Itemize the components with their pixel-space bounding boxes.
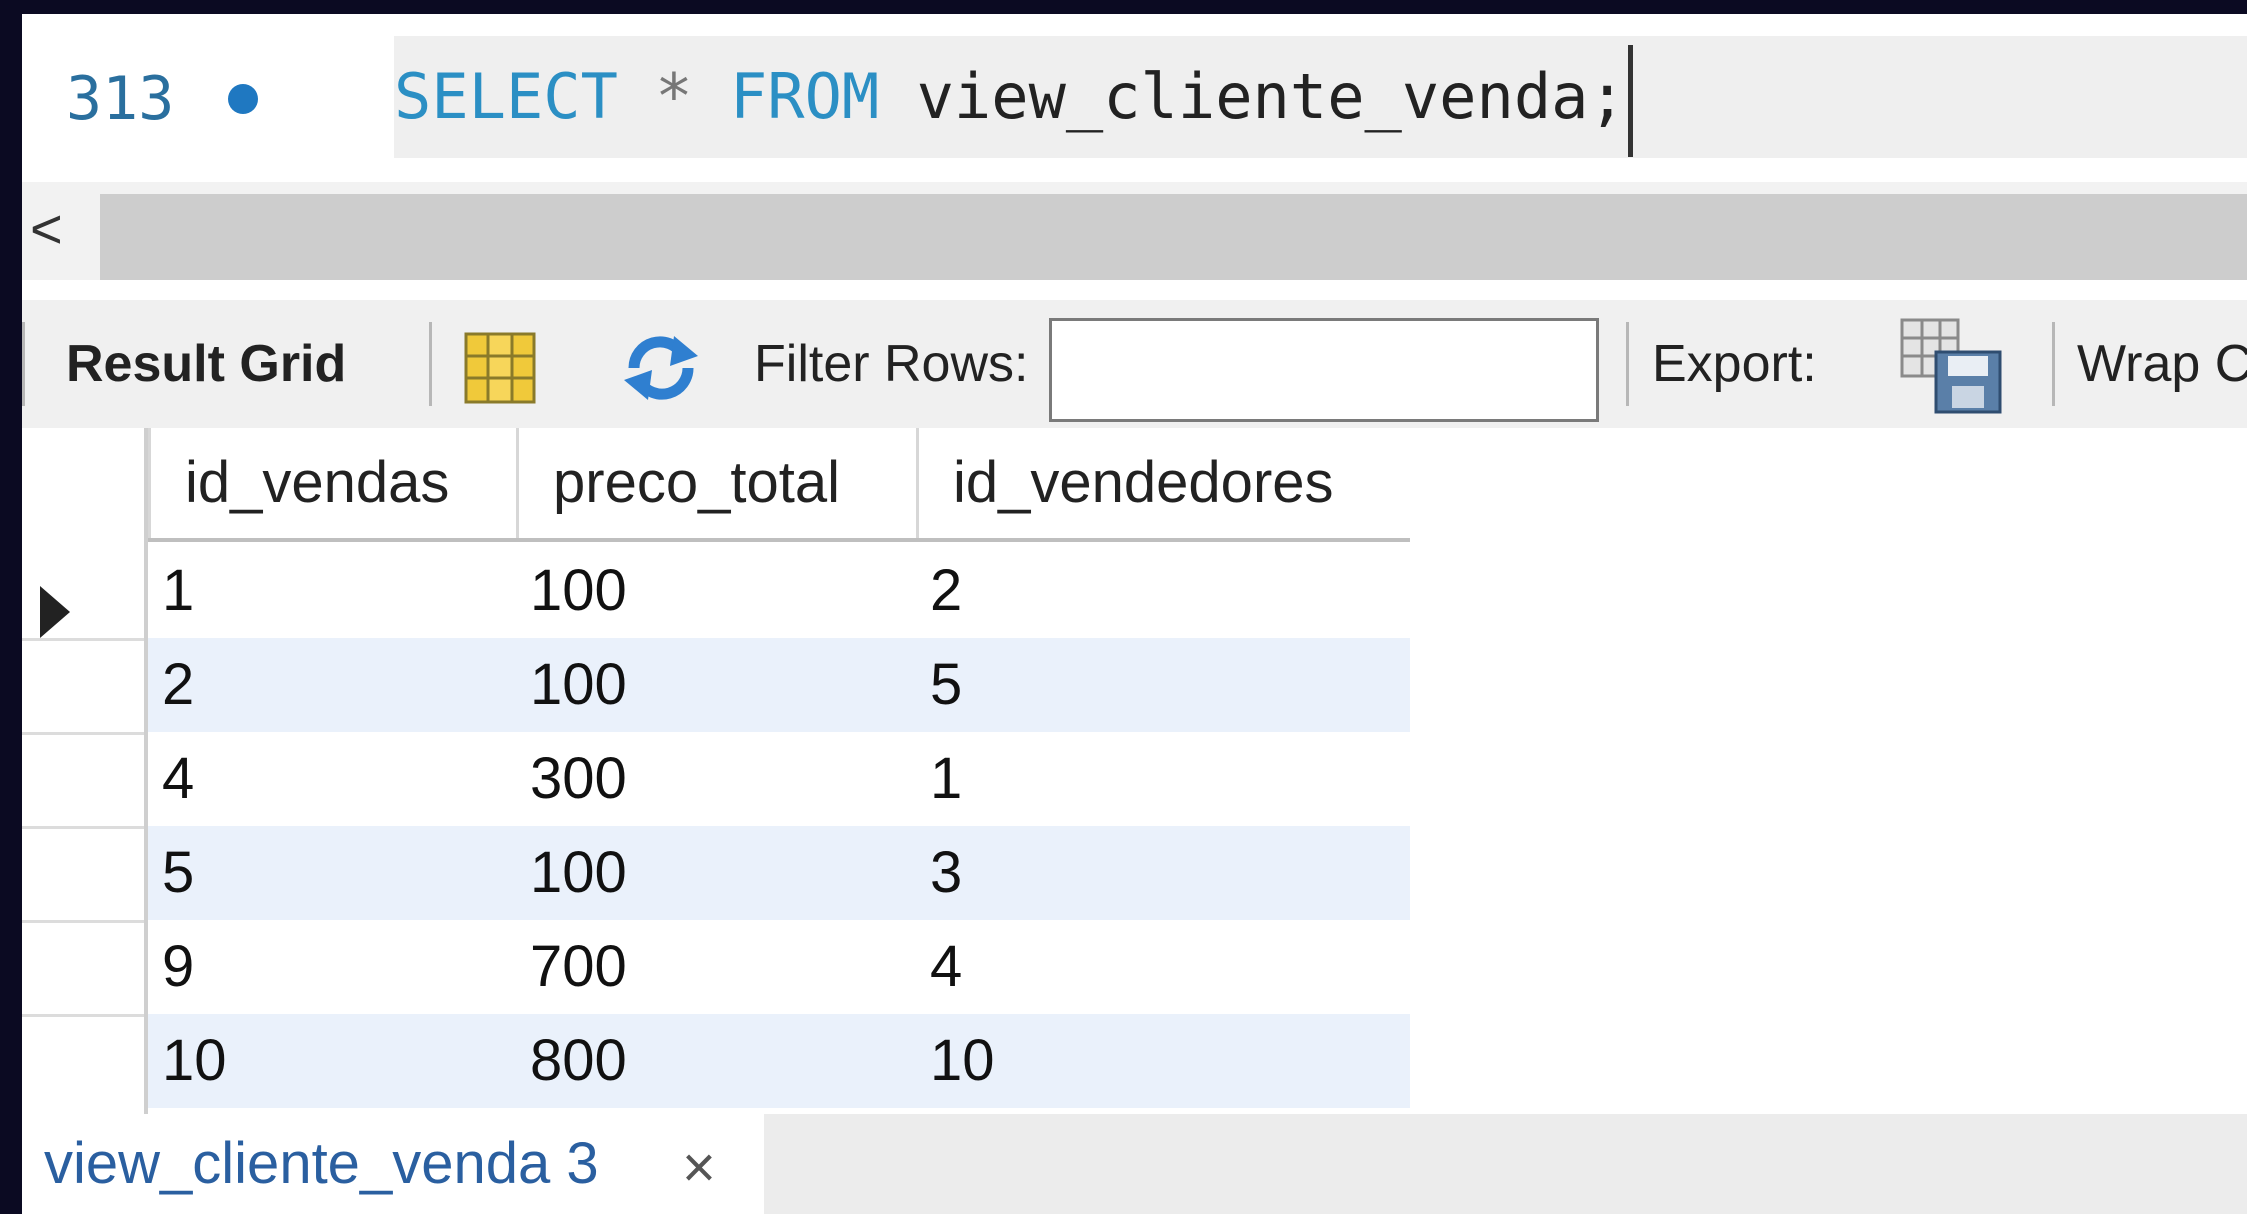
result-grid: id_vendas preco_total id_vendedores 1 10… bbox=[22, 428, 2247, 1114]
table-row[interactable]: 2 100 5 bbox=[148, 638, 1410, 732]
toolbar-separator bbox=[429, 322, 432, 406]
row-gutter-separator bbox=[22, 638, 144, 641]
cell-id-vendas[interactable]: 4 bbox=[148, 732, 516, 826]
column-header-id-vendas[interactable]: id_vendas bbox=[148, 428, 516, 538]
result-grid-button[interactable]: Result Grid bbox=[66, 330, 346, 398]
cell-id-vendedores[interactable]: 10 bbox=[916, 1014, 1410, 1108]
cell-id-vendas[interactable]: 1 bbox=[148, 544, 516, 638]
result-tab-bar: view_cliente_venda 3 × bbox=[22, 1114, 2247, 1214]
cell-id-vendedores[interactable]: 2 bbox=[916, 544, 1410, 638]
cell-preco-total[interactable]: 300 bbox=[516, 732, 916, 826]
export-icon[interactable] bbox=[1898, 316, 2006, 416]
result-toolbar: Result Grid Filter Rows: Export: Wrap C bbox=[22, 300, 2247, 428]
table-row[interactable]: 4 300 1 bbox=[148, 732, 1410, 826]
current-row-marker-icon bbox=[40, 586, 70, 638]
toolbar-separator bbox=[1626, 322, 1629, 406]
scroll-left-arrow-icon[interactable]: < bbox=[30, 194, 90, 264]
table-row[interactable]: 9 700 4 bbox=[148, 920, 1410, 1014]
keyword-select: SELECT bbox=[394, 60, 618, 133]
star-operator: * bbox=[655, 60, 693, 133]
toolbar-separator bbox=[22, 322, 25, 406]
horizontal-scrollbar[interactable]: < bbox=[22, 182, 2247, 280]
column-header-preco-total[interactable]: preco_total bbox=[516, 428, 916, 538]
cell-id-vendedores[interactable]: 1 bbox=[916, 732, 1410, 826]
sql-code-line[interactable]: SELECT * FROM view_cliente_venda; bbox=[394, 36, 2247, 158]
row-gutter-separator bbox=[22, 1014, 144, 1017]
scrollbar-thumb[interactable] bbox=[100, 194, 2247, 280]
cell-id-vendedores[interactable]: 4 bbox=[916, 920, 1410, 1014]
column-header-id-vendedores[interactable]: id_vendedores bbox=[916, 428, 1410, 538]
row-gutter-separator bbox=[22, 732, 144, 735]
statement-marker-icon bbox=[228, 84, 258, 114]
tab-label: view_cliente_venda 3 bbox=[44, 1131, 599, 1196]
toolbar-separator bbox=[2052, 322, 2055, 406]
cell-id-vendas[interactable]: 2 bbox=[148, 638, 516, 732]
cell-preco-total[interactable]: 800 bbox=[516, 1014, 916, 1108]
table-row[interactable]: 10 800 10 bbox=[148, 1014, 1410, 1108]
row-gutter-separator bbox=[22, 826, 144, 829]
row-gutter-separator bbox=[22, 920, 144, 923]
keyword-from: FROM bbox=[729, 60, 880, 133]
filter-rows-label: Filter Rows: bbox=[754, 335, 1029, 393]
cell-id-vendedores[interactable]: 5 bbox=[916, 638, 1410, 732]
grid-header-row: id_vendas preco_total id_vendedores bbox=[148, 428, 1410, 542]
cell-id-vendas[interactable]: 5 bbox=[148, 826, 516, 920]
cell-id-vendedores[interactable]: 3 bbox=[916, 826, 1410, 920]
line-number: 313 bbox=[66, 64, 175, 134]
wrap-cell-content-label[interactable]: Wrap C bbox=[2077, 330, 2247, 398]
workbench-window: 313 SELECT * FROM view_cliente_venda; < … bbox=[22, 14, 2247, 1214]
refresh-icon[interactable] bbox=[616, 328, 706, 408]
cell-preco-total[interactable]: 100 bbox=[516, 638, 916, 732]
cell-preco-total[interactable]: 700 bbox=[516, 920, 916, 1014]
table-row[interactable]: 1 100 2 bbox=[148, 544, 1410, 638]
filter-rows-input[interactable] bbox=[1049, 318, 1599, 422]
cell-preco-total[interactable]: 100 bbox=[516, 826, 916, 920]
cell-id-vendas[interactable]: 9 bbox=[148, 920, 516, 1014]
export-label: Export: bbox=[1652, 335, 1817, 393]
table-row[interactable]: 5 100 3 bbox=[148, 826, 1410, 920]
text-caret bbox=[1627, 44, 1633, 157]
query-rest: view_cliente_venda; bbox=[916, 60, 1626, 133]
sql-editor[interactable]: 313 SELECT * FROM view_cliente_venda; bbox=[22, 14, 2247, 184]
grid-layout-icon[interactable] bbox=[462, 330, 538, 406]
cell-id-vendas[interactable]: 10 bbox=[148, 1014, 516, 1108]
close-icon[interactable]: × bbox=[682, 1138, 716, 1198]
cell-preco-total[interactable]: 100 bbox=[516, 544, 916, 638]
tab-view-cliente-venda-3[interactable]: view_cliente_venda 3 × bbox=[22, 1114, 764, 1214]
